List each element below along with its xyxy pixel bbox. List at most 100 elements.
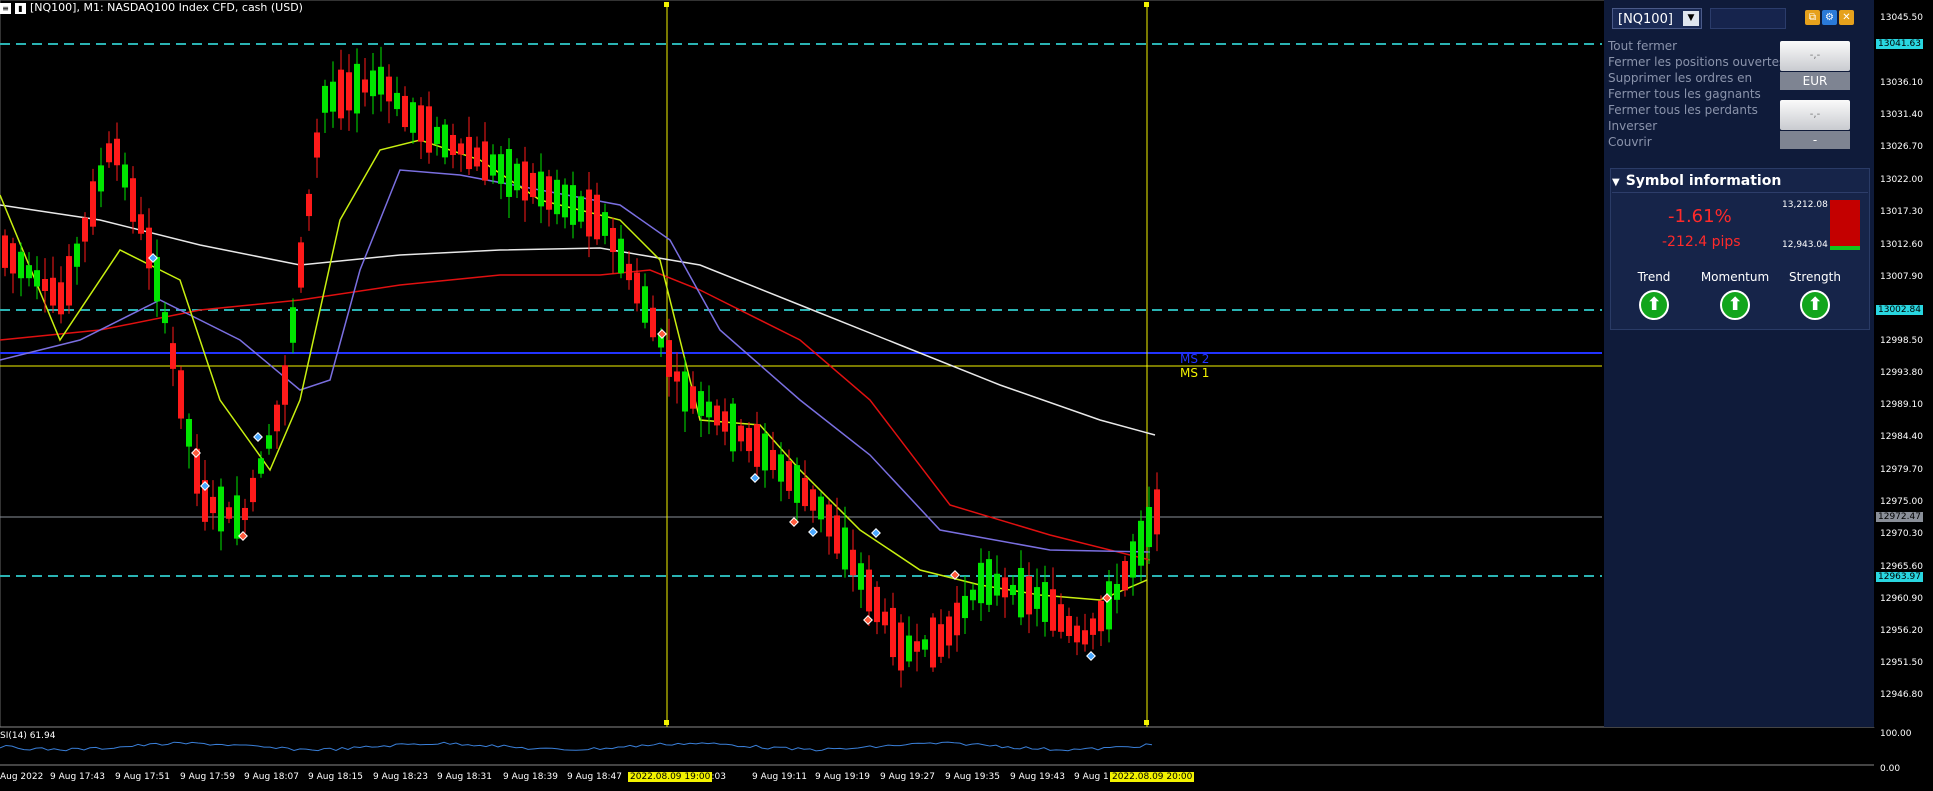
gear-icon[interactable]: ⚙ — [1822, 10, 1837, 25]
symbol-select[interactable]: [NQ100] ▼ — [1612, 8, 1702, 29]
candle-body — [778, 454, 784, 482]
candle-body — [1114, 583, 1120, 600]
candle-body — [826, 504, 832, 537]
candle-body — [234, 495, 240, 539]
candle-body — [866, 569, 872, 612]
currency-button[interactable]: EUR — [1780, 72, 1850, 90]
candle-body — [130, 178, 136, 222]
price-tick: 12970.30 — [1880, 529, 1923, 539]
copy-icon[interactable]: ⧉ — [1805, 10, 1820, 25]
strength-arrow-up-icon: ⬆ — [1800, 290, 1830, 320]
menu-close-open-positions[interactable]: Fermer les positions ouvertes — [1608, 54, 1785, 70]
candle-body — [34, 270, 40, 287]
candle-body — [546, 176, 552, 210]
caret-down-icon[interactable]: ▼ — [1683, 11, 1699, 26]
candle-body — [490, 154, 496, 176]
candle-body — [618, 238, 624, 274]
candle-body — [210, 496, 216, 514]
buy-button[interactable]: -,- — [1780, 100, 1850, 130]
lot-input[interactable] — [1710, 8, 1786, 29]
candle-body — [42, 278, 48, 292]
candle-body — [754, 424, 760, 467]
price-tick: 13017.30 — [1880, 207, 1923, 217]
candle-body — [610, 227, 616, 253]
menu-reverse[interactable]: Inverser — [1608, 118, 1657, 134]
range-bar — [1830, 200, 1860, 246]
candle-body — [314, 132, 320, 158]
candle-body — [722, 411, 728, 432]
candle-body — [218, 486, 224, 532]
price-tick: 13026.70 — [1880, 142, 1923, 152]
chart-frame — [0, 0, 1875, 728]
candle-body — [642, 286, 648, 323]
candle-body — [930, 617, 936, 668]
menu-hedge[interactable]: Couvrir — [1608, 134, 1652, 150]
candle-body — [922, 639, 928, 650]
candle-body — [498, 154, 504, 184]
candle-body — [1050, 589, 1056, 631]
candle-body — [850, 549, 856, 576]
price-tick: 12975.00 — [1880, 497, 1923, 507]
candle-body — [746, 427, 752, 452]
candle-body — [1082, 630, 1088, 645]
candle-body — [242, 507, 248, 521]
candle-body — [370, 70, 376, 97]
candle-body — [562, 184, 568, 218]
vline-handle-left-top — [664, 2, 669, 7]
candle-body — [402, 95, 408, 128]
candle-body — [1154, 489, 1160, 535]
candle-body — [1122, 561, 1128, 591]
time-tick: 9 Aug 18:47 — [567, 772, 622, 782]
candle-body — [90, 181, 96, 227]
candle-body — [522, 161, 528, 201]
menu-delete-orders[interactable]: Supprimer les ordres en — [1608, 70, 1752, 86]
candle-body — [1026, 576, 1032, 615]
candle-body — [154, 256, 160, 302]
candle-body — [1010, 584, 1016, 596]
price-axis[interactable]: 13045.5013040.8013036.1013031.4013026.70… — [1874, 0, 1933, 774]
menu-close-losers[interactable]: Fermer tous les perdants — [1608, 102, 1758, 118]
chart-menu-icon[interactable]: ≡ — [0, 2, 11, 14]
menu-close-all[interactable]: Tout fermer — [1608, 38, 1677, 54]
chart-type-icon[interactable]: ▮ — [15, 2, 26, 14]
candle-body — [266, 435, 272, 449]
candle-body — [650, 307, 656, 338]
symbol-info-header[interactable]: ▼ Symbol information — [1612, 170, 1868, 193]
candle-body — [346, 72, 352, 111]
candle-body — [354, 63, 360, 114]
candle-body — [98, 165, 104, 192]
value-button[interactable]: - — [1780, 131, 1850, 149]
time-tick: 9 Aug 19:19 — [815, 772, 870, 782]
collapse-icon[interactable]: ▼ — [1612, 177, 1620, 188]
close-icon[interactable]: ✕ — [1839, 10, 1854, 25]
candle-body — [458, 143, 464, 155]
candle-body — [834, 515, 840, 554]
price-tick: 13031.40 — [1880, 110, 1923, 120]
candle-body — [298, 242, 304, 288]
candle-body — [538, 171, 544, 207]
price-tick: 12998.50 — [1880, 336, 1923, 346]
candle-body — [786, 461, 792, 491]
candle-body — [1106, 581, 1112, 630]
candle-body — [474, 147, 480, 167]
candle-body — [1058, 604, 1064, 632]
rsi-axis-top: 100.00 — [1880, 729, 1912, 739]
momentum-label: Momentum — [1700, 270, 1770, 284]
candle-body — [66, 256, 72, 306]
symbol-info-title: Symbol information — [1625, 173, 1782, 189]
candle-body — [898, 622, 904, 671]
candle-body — [1090, 618, 1096, 635]
candle-body — [730, 403, 736, 452]
rsi-label: SI(14) 61.94 — [0, 731, 56, 741]
candle-body — [506, 149, 512, 197]
candle-body — [186, 418, 192, 447]
candle-body — [74, 243, 80, 267]
momentum-arrow-up-icon: ⬆ — [1720, 290, 1750, 320]
menu-close-winners[interactable]: Fermer tous les gagnants — [1608, 86, 1761, 102]
candle-body — [394, 92, 400, 110]
candle-body — [890, 607, 896, 658]
sell-button[interactable]: -,- — [1780, 41, 1850, 71]
candle-body — [666, 340, 672, 377]
candle-body — [58, 282, 64, 315]
strength-label: Strength — [1789, 270, 1841, 284]
